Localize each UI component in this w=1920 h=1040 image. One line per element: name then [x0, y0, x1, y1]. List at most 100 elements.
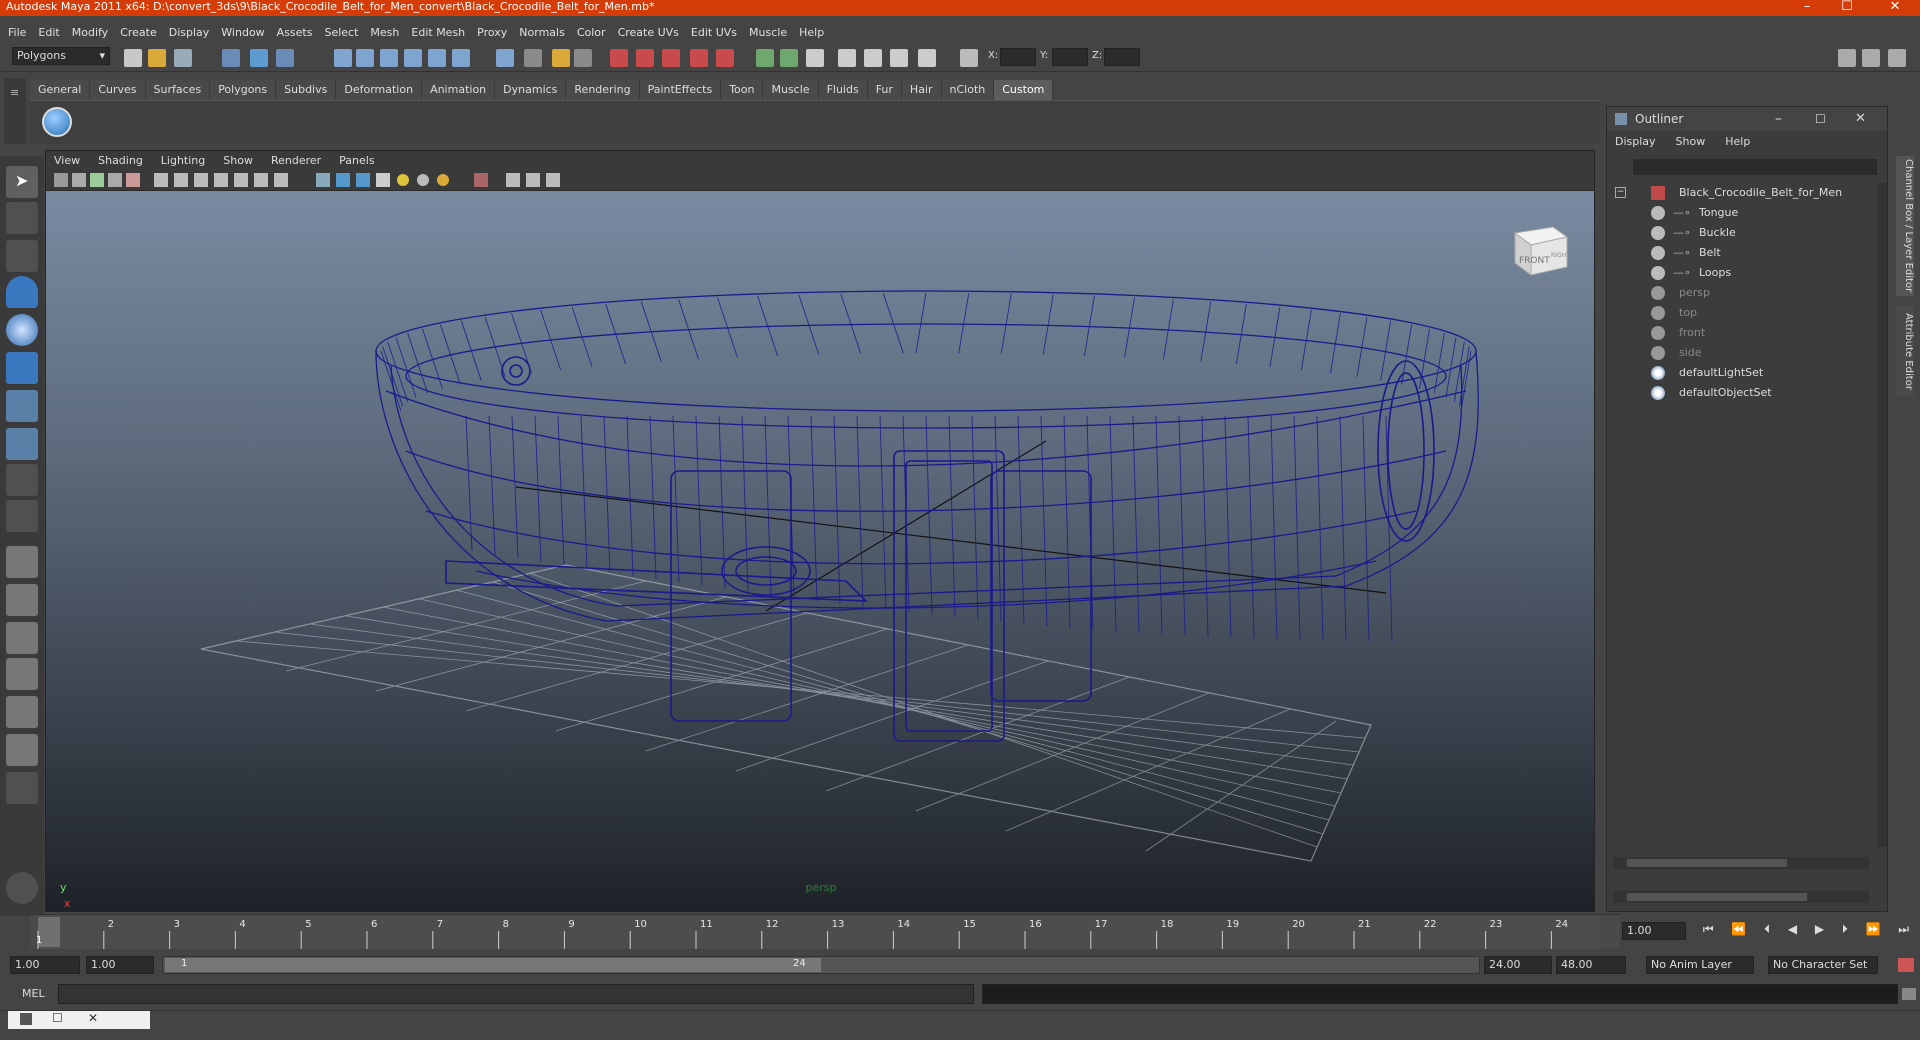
construction-history-icon[interactable]: [452, 49, 470, 67]
menu-normals[interactable]: Normals: [519, 26, 565, 39]
menu-edit-uvs[interactable]: Edit UVs: [691, 26, 737, 39]
last-tool-icon[interactable]: [6, 500, 38, 532]
lock-icon[interactable]: [552, 49, 570, 67]
viewport-toolbar-icons[interactable]: [46, 169, 586, 191]
select-component-icon[interactable]: [276, 49, 294, 67]
time-slider-track[interactable]: 2 3 4 5 6 7 8 9 10 11 12 13 14 15 16 17 18 19 20 21 22 23 24 1: [30, 915, 1620, 949]
menu-muscle[interactable]: Muscle: [749, 26, 787, 39]
channel-box-tab[interactable]: Channel Box / Layer Editor: [1896, 156, 1914, 296]
outliner-menu-display[interactable]: Display: [1615, 135, 1656, 153]
x-field[interactable]: [1000, 48, 1036, 66]
menu-select[interactable]: Select: [324, 26, 358, 39]
attribute-editor-icon[interactable]: [806, 49, 824, 67]
outliner-maximize-icon[interactable]: ☐: [1815, 107, 1826, 131]
list-item[interactable]: —∘ Tongue: [1607, 203, 1877, 223]
script-editor-icon[interactable]: [6, 872, 38, 904]
shelf-tab-general[interactable]: General: [30, 80, 91, 100]
shelf-tab-curves[interactable]: Curves: [90, 80, 146, 100]
help-icon[interactable]: [524, 49, 542, 67]
step-forward-frame-icon[interactable]: ⏵: [1842, 922, 1848, 940]
play-backwards-icon[interactable]: ◀: [1788, 922, 1797, 940]
hypershade-icon[interactable]: [690, 49, 708, 67]
list-item[interactable]: persp: [1607, 283, 1877, 303]
close-icon[interactable]: ✕: [88, 1011, 98, 1025]
shelf-tab-custom[interactable]: Custom: [994, 80, 1054, 100]
move-tool-icon[interactable]: [6, 276, 38, 308]
shelf-tab-toon[interactable]: Toon: [721, 80, 764, 100]
step-back-frame-icon[interactable]: ⏴: [1764, 922, 1770, 940]
mode-dropdown[interactable]: Polygons ▾: [12, 47, 110, 65]
render-settings-icon[interactable]: [662, 49, 680, 67]
shelf-tab-fur[interactable]: Fur: [867, 80, 902, 100]
menu-edit[interactable]: Edit: [38, 26, 59, 39]
select-object-icon[interactable]: [250, 49, 268, 67]
viewport-menu-panels[interactable]: Panels: [339, 154, 374, 167]
list-item[interactable]: defaultLightSet: [1607, 363, 1877, 383]
list-item[interactable]: side: [1607, 343, 1877, 363]
camera-icon[interactable]: [574, 49, 592, 67]
list-item[interactable]: —∘ Belt: [1607, 243, 1877, 263]
snap-grid-icon[interactable]: [334, 49, 352, 67]
outliner-close-icon[interactable]: ✕: [1855, 107, 1866, 131]
lasso-tool-icon[interactable]: [6, 202, 38, 234]
sculpt-icon[interactable]: [756, 49, 774, 67]
step-back-key-icon[interactable]: ⏪: [1731, 922, 1746, 940]
outliner-toggle-icon[interactable]: [864, 49, 882, 67]
end-time-field[interactable]: 48.00: [1556, 956, 1626, 974]
render-frame-icon[interactable]: [610, 49, 628, 67]
character-set-dropdown[interactable]: No Character Set: [1768, 956, 1878, 974]
hypergraph-icon[interactable]: [838, 49, 856, 67]
ipr-render-icon[interactable]: [636, 49, 654, 67]
new-scene-icon[interactable]: [124, 49, 142, 67]
minimize-button[interactable]: –: [1790, 0, 1824, 16]
menu-mesh[interactable]: Mesh: [370, 26, 399, 39]
graph-editor-icon[interactable]: [890, 49, 908, 67]
shelf-options[interactable]: ≡: [4, 78, 26, 144]
viewport-scene[interactable]: x y persp: [46, 191, 1595, 912]
current-frame-field[interactable]: 1.00: [1622, 922, 1686, 940]
playback-end-field[interactable]: 24.00: [1484, 956, 1552, 974]
soft-mod-icon[interactable]: [780, 49, 798, 67]
menu-modify[interactable]: Modify: [72, 26, 108, 39]
dope-sheet-icon[interactable]: [918, 49, 936, 67]
outliner-menu-help[interactable]: Help: [1725, 135, 1750, 153]
outliner-minimize-icon[interactable]: –: [1775, 107, 1782, 131]
step-forward-key-icon[interactable]: ⏩: [1866, 922, 1881, 940]
list-item[interactable]: —∘ Buckle: [1607, 223, 1877, 243]
shelf-tab-dynamics[interactable]: Dynamics: [495, 80, 567, 100]
input-ops-icon[interactable]: [496, 49, 514, 67]
menu-create-uvs[interactable]: Create UVs: [618, 26, 679, 39]
viewport-menu-show[interactable]: Show: [223, 154, 253, 167]
anim-layer-dropdown[interactable]: No Anim Layer: [1646, 956, 1754, 974]
list-item[interactable]: —∘ Loops: [1607, 263, 1877, 283]
viewport-menu-view[interactable]: View: [54, 154, 80, 167]
time-slider[interactable]: 2 3 4 5 6 7 8 9 10 11 12 13 14 15 16 17 18 19 20 21 22 23 24 1: [30, 914, 1620, 949]
go-to-end-icon[interactable]: ⏭: [1898, 922, 1909, 940]
transform-absolute-icon[interactable]: [960, 49, 978, 67]
channel-box-toggle-icon[interactable]: [1862, 49, 1880, 67]
show-manipulator-icon[interactable]: [6, 464, 38, 496]
command-input[interactable]: [58, 984, 974, 1004]
soft-modification-icon[interactable]: [6, 428, 38, 460]
y-field[interactable]: [1052, 48, 1088, 66]
viewport-menu-renderer[interactable]: Renderer: [271, 154, 321, 167]
list-item[interactable]: top: [1607, 303, 1877, 323]
open-scene-icon[interactable]: [148, 49, 166, 67]
view-cube[interactable]: FRONT RIGHT: [1509, 219, 1571, 277]
shelf-tab-deformation[interactable]: Deformation: [336, 80, 423, 100]
shelf-tab-ncloth[interactable]: nCloth: [941, 80, 995, 100]
render-view-icon[interactable]: [716, 49, 734, 67]
outliner-split-scrollbar[interactable]: [1613, 891, 1869, 903]
menu-color[interactable]: Color: [577, 26, 606, 39]
viewport-menu-lighting[interactable]: Lighting: [161, 154, 205, 167]
list-item[interactable]: front: [1607, 323, 1877, 343]
playback-start-field[interactable]: 1.00: [86, 956, 154, 974]
tool-settings-toggle-icon[interactable]: [1888, 49, 1906, 67]
four-view-layout-icon[interactable]: [6, 584, 38, 616]
menu-window[interactable]: Window: [221, 26, 264, 39]
minimized-window-tab[interactable]: ☐ ✕: [8, 1011, 150, 1029]
range-slider[interactable]: 1 24: [162, 956, 1480, 974]
more-layouts-icon[interactable]: [6, 772, 38, 804]
play-forwards-icon[interactable]: ▶: [1815, 922, 1824, 940]
shelf-tab-hair[interactable]: Hair: [901, 80, 942, 100]
